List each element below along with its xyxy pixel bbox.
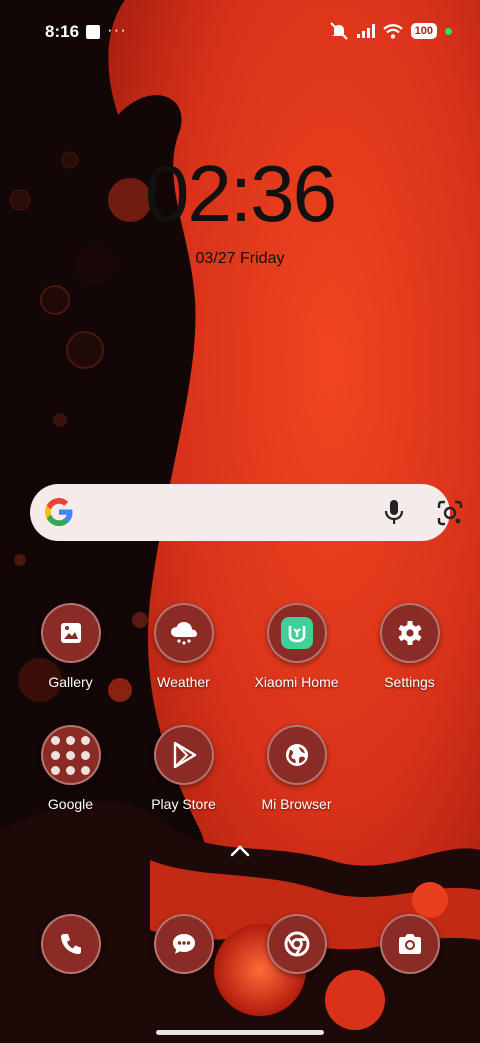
app-settings[interactable]: Settings: [353, 603, 466, 690]
app-label: Gallery: [48, 674, 93, 690]
wifi-icon: [382, 23, 403, 39]
screen-record-icon: [86, 25, 100, 39]
app-weather[interactable]: Weather: [127, 603, 240, 690]
google-lens-icon[interactable]: [435, 498, 465, 528]
folder-google[interactable]: Google: [14, 725, 127, 812]
app-label: Google: [47, 796, 94, 812]
app-gallery[interactable]: Gallery: [14, 603, 127, 690]
privacy-indicator-dot: [445, 27, 452, 35]
google-search-bar[interactable]: [30, 484, 463, 543]
search-input[interactable]: [90, 484, 364, 543]
silent-icon: [329, 22, 348, 40]
globe-icon: [285, 744, 308, 766]
app-play-store[interactable]: Play Store: [127, 725, 240, 812]
messages-icon: [172, 934, 195, 954]
app-mi-browser[interactable]: Mi Browser: [240, 725, 353, 812]
status-time: 8:16: [45, 22, 80, 41]
folder-icon: [51, 735, 90, 775]
date-label[interactable]: 03/27 Friday: [0, 250, 480, 268]
gallery-icon: [60, 623, 81, 643]
status-bar: 8:16 ··· 100: [0, 0, 480, 64]
app-label: Settings: [384, 674, 435, 690]
gesture-home-bar[interactable]: [156, 1030, 324, 1035]
app-label: Mi Browser: [261, 796, 332, 812]
dock-camera[interactable]: [353, 914, 466, 974]
play-store-icon: [173, 741, 196, 769]
app-label: Weather: [157, 674, 210, 690]
chrome-icon: [284, 931, 309, 957]
weather-icon: [170, 622, 197, 645]
dock-messages[interactable]: [127, 914, 240, 974]
battery-indicator: 100: [410, 23, 437, 39]
signal-icon: [356, 24, 375, 38]
app-label: Play Store: [151, 796, 216, 812]
phone-icon: [60, 934, 81, 954]
notification-overflow: ···: [107, 20, 127, 39]
google-logo-icon: [45, 498, 73, 526]
clock-widget[interactable]: 02:36: [0, 148, 480, 240]
microphone-icon[interactable]: [379, 497, 409, 527]
camera-icon: [398, 934, 421, 954]
gear-icon: [398, 621, 421, 645]
app-xiaomi-home[interactable]: Xiaomi Home: [240, 603, 353, 690]
dock-phone[interactable]: [14, 914, 127, 974]
dock-chrome[interactable]: [240, 914, 353, 974]
chevron-up-icon[interactable]: [228, 843, 252, 859]
xiaomi-home-icon: [280, 617, 313, 649]
app-label: Xiaomi Home: [254, 674, 339, 690]
